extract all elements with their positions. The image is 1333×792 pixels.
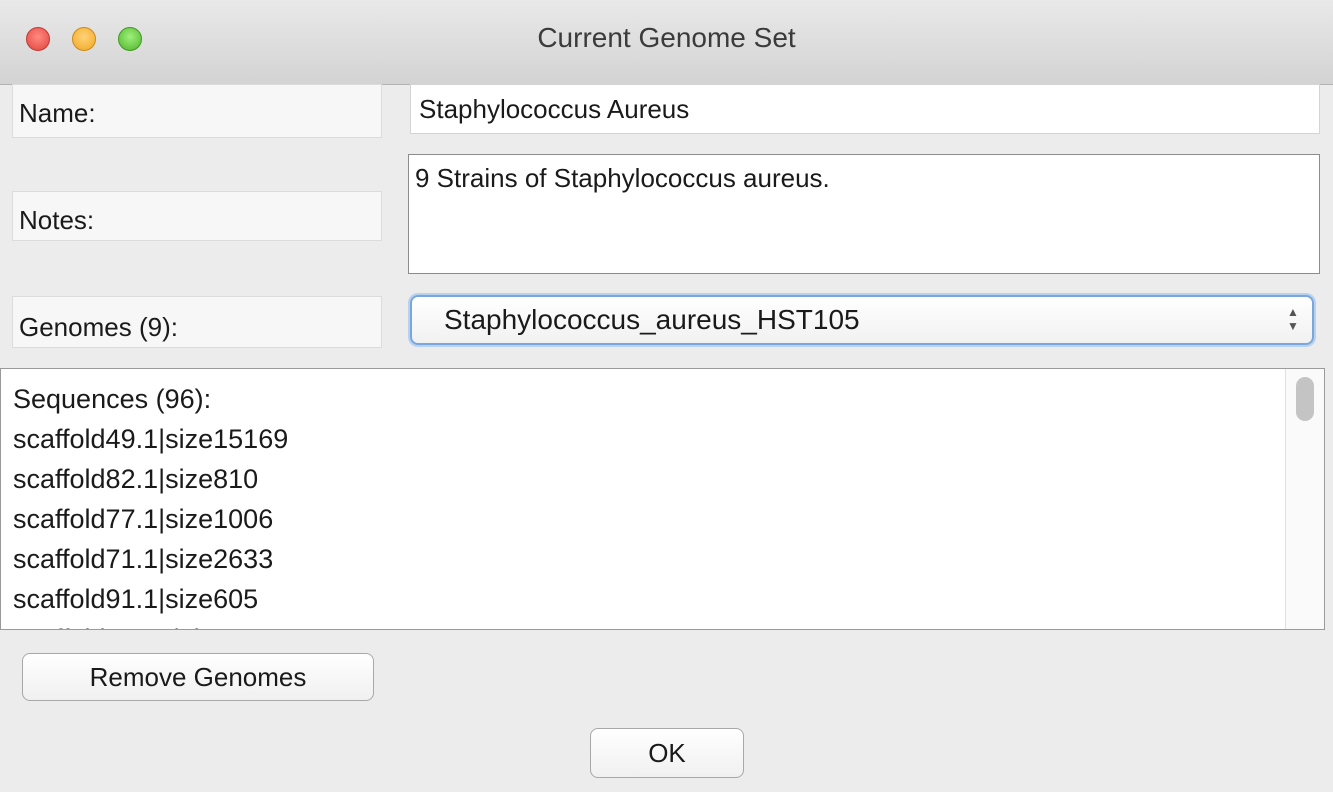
list-item: scaffold91.1|size605 bbox=[13, 584, 259, 614]
updown-chevron-icon: ▲ ▼ bbox=[1287, 305, 1299, 333]
notes-label: Notes: bbox=[12, 191, 382, 241]
list-item: scaffold49.1|size15169 bbox=[13, 424, 289, 454]
title-bar: Current Genome Set bbox=[0, 0, 1333, 85]
list-item: scaffold106.1|size492 bbox=[13, 619, 1273, 629]
ok-button[interactable]: OK bbox=[590, 728, 744, 778]
sequences-header: Sequences (96): bbox=[13, 384, 212, 414]
sequences-scrollbar[interactable] bbox=[1285, 369, 1324, 629]
name-label: Name: bbox=[12, 84, 382, 138]
sequences-list: Sequences (96): scaffold49.1|size15169 s… bbox=[13, 379, 1273, 629]
genome-select[interactable]: Staphylococcus_aureus_HST105 ▲ ▼ bbox=[410, 295, 1314, 345]
window-title: Current Genome Set bbox=[537, 22, 796, 53]
genomes-label: Genomes (9): bbox=[12, 296, 382, 348]
name-field[interactable] bbox=[410, 84, 1320, 134]
list-item: scaffold77.1|size1006 bbox=[13, 504, 274, 534]
notes-field[interactable]: 9 Strains of Staphylococcus aureus. bbox=[408, 154, 1320, 274]
sequences-panel[interactable]: Sequences (96): scaffold49.1|size15169 s… bbox=[0, 368, 1325, 630]
genome-select-value: Staphylococcus_aureus_HST105 bbox=[444, 304, 860, 335]
scroll-thumb[interactable] bbox=[1296, 377, 1314, 421]
remove-genomes-button[interactable]: Remove Genomes bbox=[22, 653, 374, 701]
list-item: scaffold71.1|size2633 bbox=[13, 544, 274, 574]
list-item: scaffold82.1|size810 bbox=[13, 464, 259, 494]
genome-set-window: Current Genome Set Name: Notes: 9 Strain… bbox=[0, 0, 1333, 792]
